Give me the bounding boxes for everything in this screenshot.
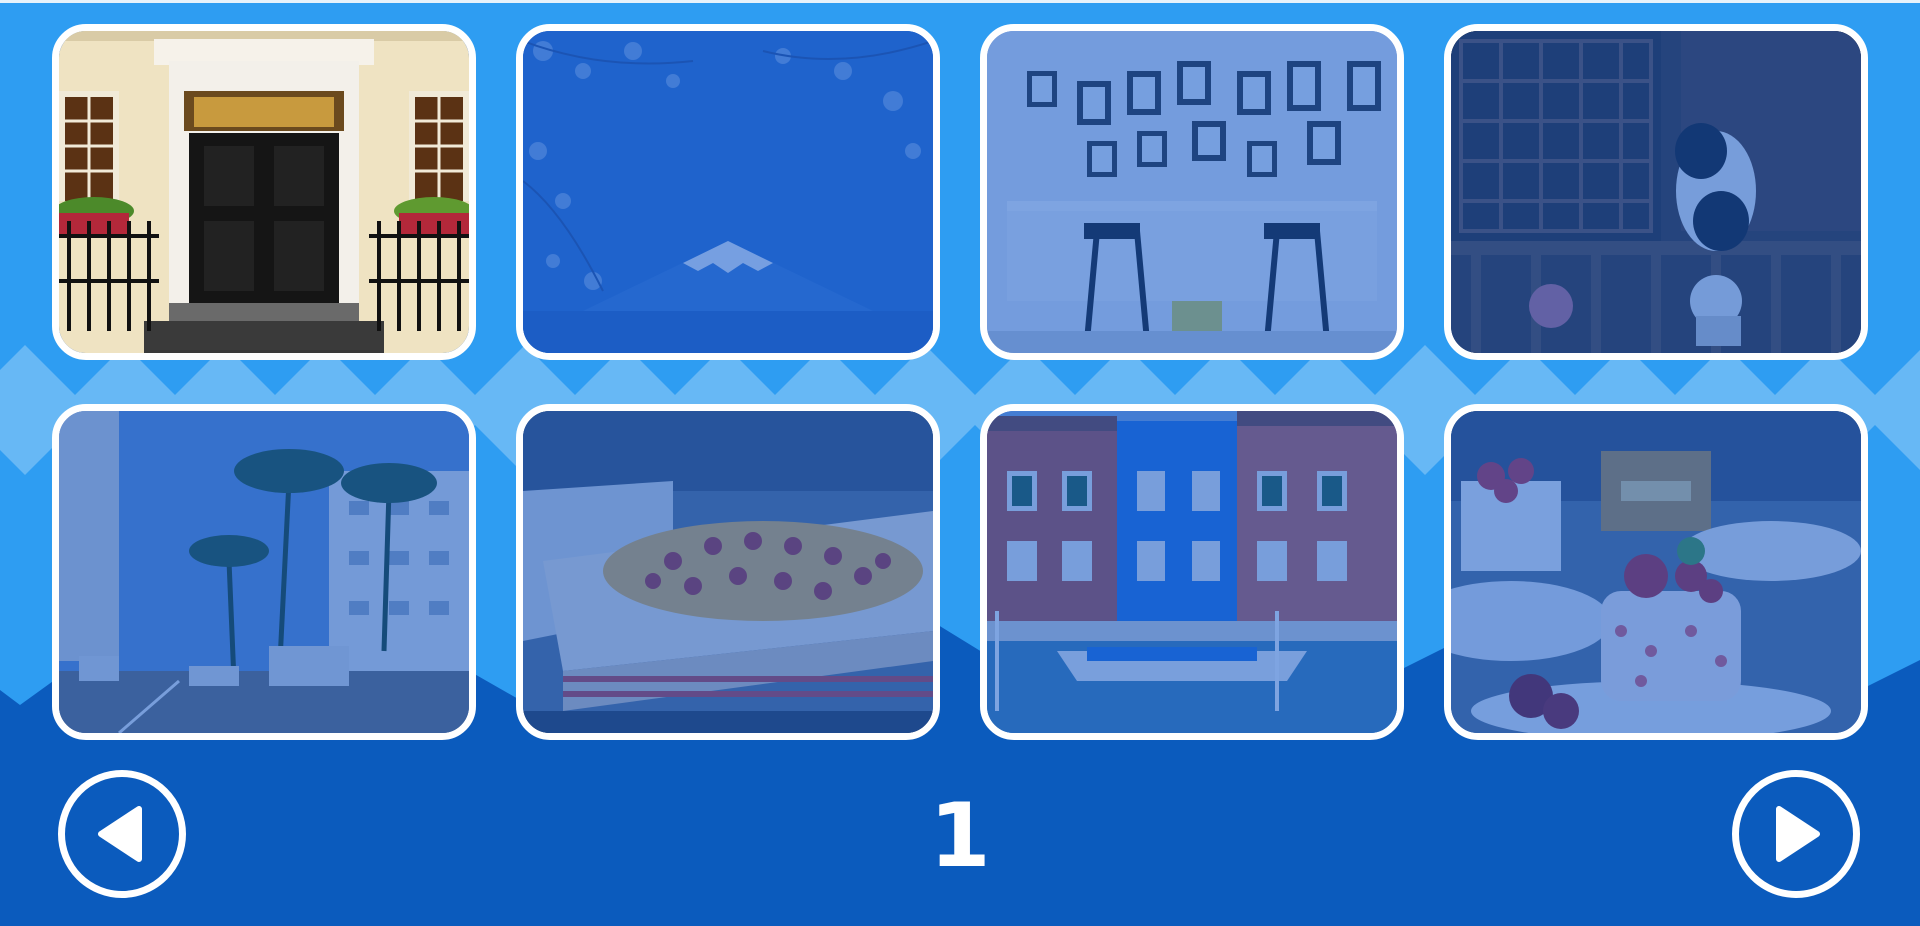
previous-page-button[interactable] <box>58 770 186 898</box>
georgian-door-image <box>59 31 469 353</box>
tile-cafe-interior[interactable] <box>980 24 1404 360</box>
top-edge-strip <box>0 0 1920 3</box>
tile-georgian-door[interactable] <box>52 24 476 360</box>
tile-dog-balcony[interactable] <box>1444 24 1868 360</box>
right-triangle-icon <box>1776 806 1820 862</box>
tile-mount-fuji[interactable] <box>516 24 940 360</box>
tile-canal-houses[interactable] <box>980 404 1404 740</box>
tile-pizza-box[interactable] <box>516 404 940 740</box>
tile-shade-overlay <box>523 31 933 353</box>
tile-shade-overlay <box>1451 411 1861 733</box>
tile-shade-overlay <box>59 411 469 733</box>
tile-shade-overlay <box>987 411 1397 733</box>
left-triangle-icon <box>98 806 142 862</box>
next-page-button[interactable] <box>1732 770 1860 898</box>
tile-shade-overlay <box>523 411 933 733</box>
tile-shade-overlay <box>987 31 1397 353</box>
page-number: 1 <box>929 784 991 887</box>
image-tile-grid <box>52 24 1868 740</box>
tile-shade-overlay <box>1451 31 1861 353</box>
tile-strawberry-cakes[interactable] <box>1444 404 1868 740</box>
tile-palm-street[interactable] <box>52 404 476 740</box>
